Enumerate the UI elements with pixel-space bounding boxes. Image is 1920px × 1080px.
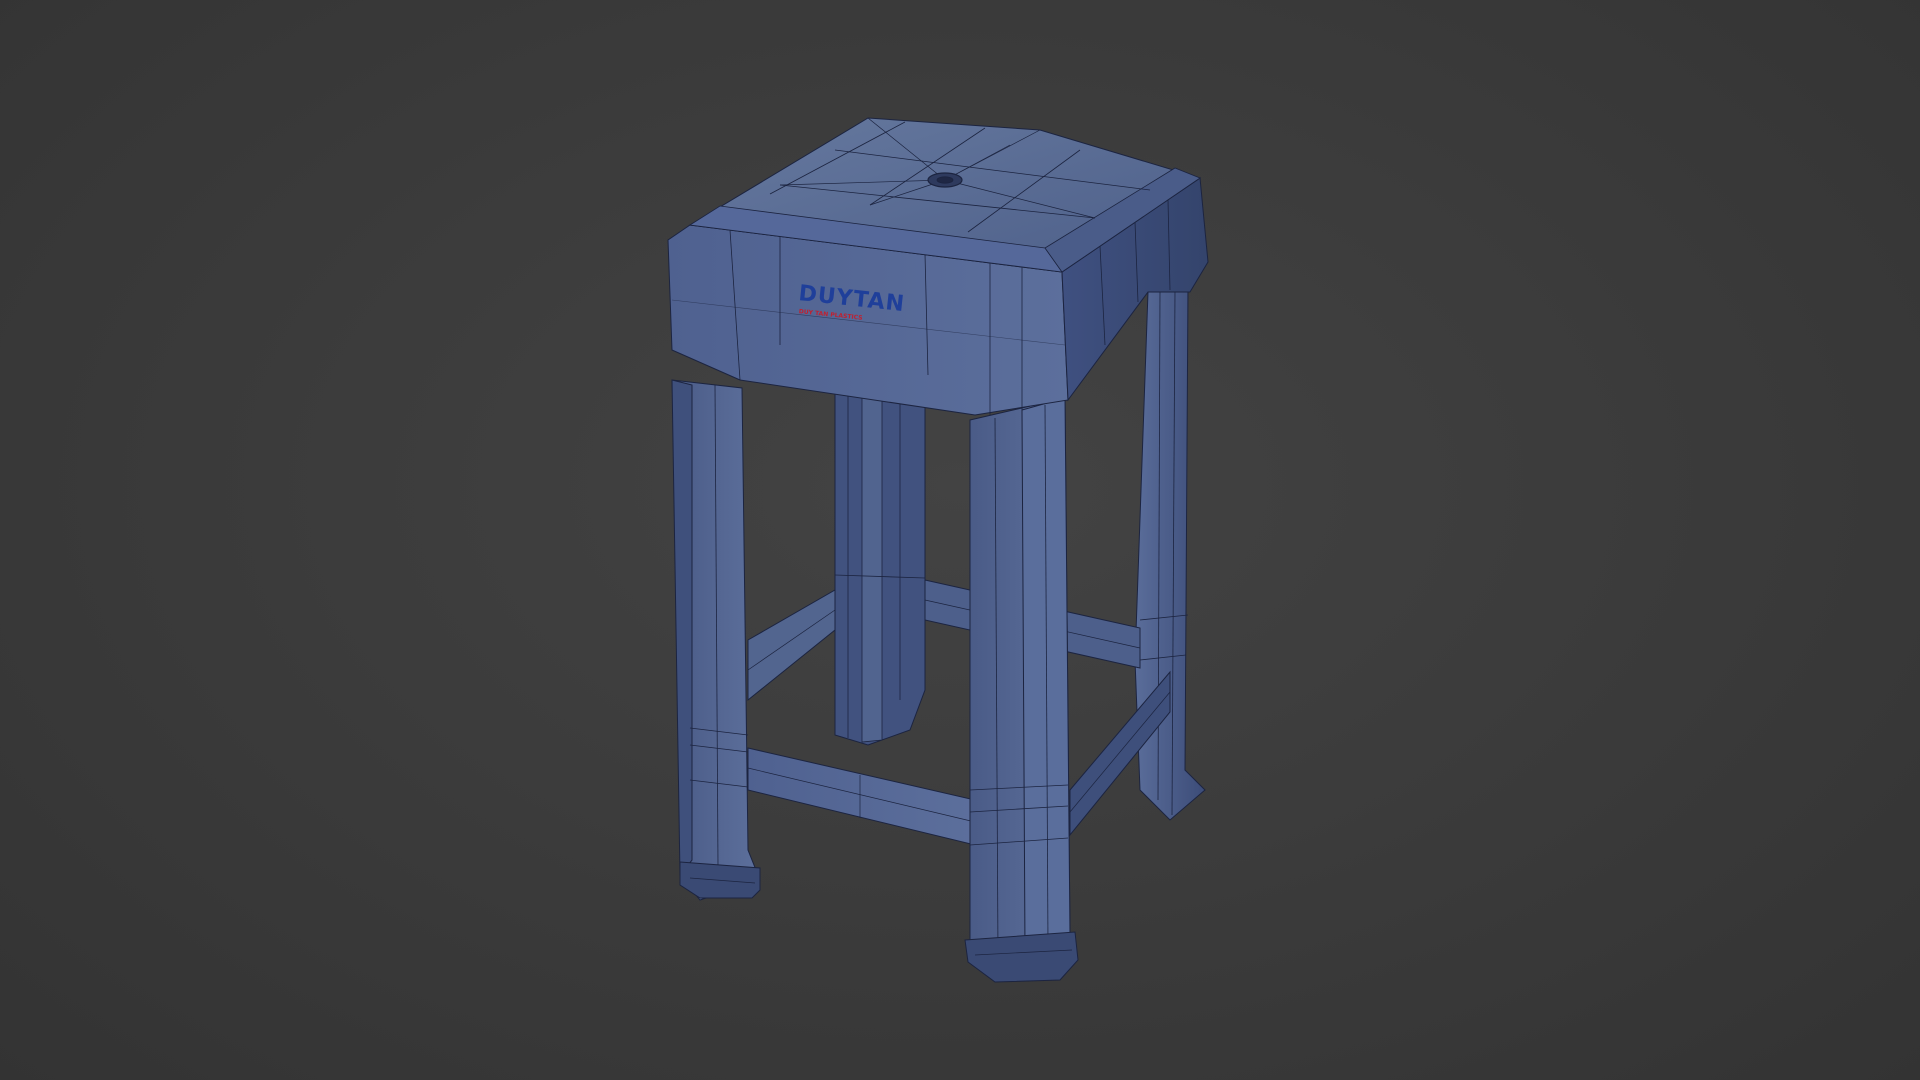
front-right-leg — [964, 397, 1079, 983]
render-viewport: DUYTAN DUY TAN PLASTICS — [0, 0, 1920, 1080]
stretcher-bars — [747, 579, 1171, 846]
back-leg — [834, 354, 926, 746]
front-left-leg — [671, 379, 761, 901]
stool-render: DUYTAN DUY TAN PLASTICS — [667, 117, 1209, 983]
